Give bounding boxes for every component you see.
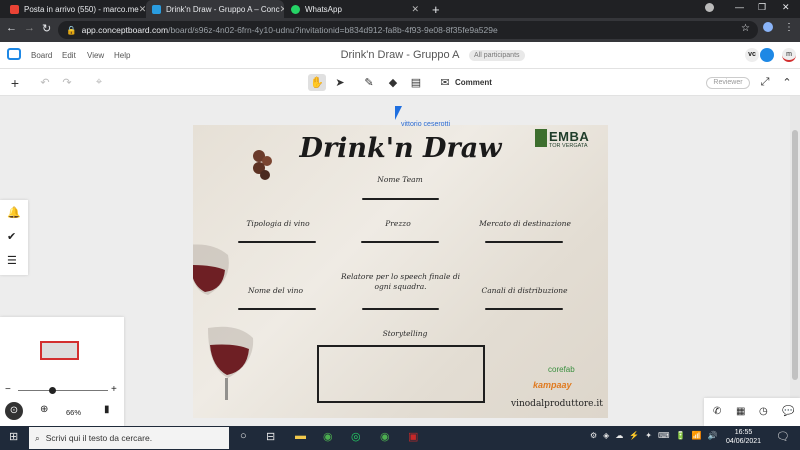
tab-whatsapp[interactable]: WhatsApp ✕ (285, 0, 425, 18)
close-icon[interactable]: ✕ (139, 4, 146, 15)
fullscreen-icon[interactable]: ⤢ (756, 74, 774, 91)
menu-kebab-icon[interactable]: ⋮ (784, 22, 794, 33)
whatsapp-taskbar-icon[interactable]: ◎ (351, 430, 361, 443)
chat-icon[interactable]: 💬 (782, 406, 794, 417)
canali-line (485, 308, 563, 310)
task-view-icon[interactable]: ○ (240, 430, 247, 442)
reviewer-button[interactable]: Reviewer (706, 77, 750, 89)
notification-bell-icon[interactable]: 🔔 (7, 206, 21, 219)
participants-label: All participants (474, 52, 520, 59)
profile-icon[interactable] (705, 3, 714, 12)
forward-icon[interactable]: → (24, 22, 35, 34)
tab-conceptboard[interactable]: Drink'n Draw - Gruppo A – Conc ✕ (146, 0, 284, 18)
page-title[interactable]: Drink'n Draw - Gruppo A (0, 49, 800, 61)
zoom-slider[interactable] (18, 390, 108, 391)
calendar-icon[interactable]: ▦ (736, 406, 745, 417)
minimize-icon[interactable]: — (735, 2, 744, 12)
url-input[interactable]: 🔒 app.conceptboard.com/board/s96z-4n02-6… (58, 21, 758, 39)
system-tray-icons[interactable]: ⚙◈☁⚡✦⌨🔋📶🔊 (590, 431, 723, 440)
mercato-label: Mercato di destinazione (479, 219, 571, 228)
window-close-icon[interactable]: ✕ (782, 2, 790, 13)
nome-team-label: Nome Team (377, 175, 423, 184)
board-image[interactable]: EMBA TOR VERGATA Drink'n Draw Nome Team … (193, 125, 608, 418)
file-explorer-icon[interactable]: ▬ (295, 430, 306, 442)
zoom-slider-handle[interactable] (49, 387, 56, 394)
phone-icon[interactable]: ✆ (713, 406, 721, 417)
storytelling-label: Storytelling (382, 329, 428, 338)
kampaay-logo: kampaay (533, 380, 572, 390)
gmail-icon (10, 4, 19, 14)
navigator-compass-icon[interactable]: ⊙ (5, 402, 23, 420)
zoom-magnifier-icon[interactable]: ⊕ (40, 404, 48, 415)
zoom-in-button[interactable]: + (111, 384, 117, 395)
account-icon[interactable] (763, 22, 773, 32)
task-check-icon[interactable]: ✔ (7, 230, 16, 243)
tipologia-label: Tipologia di vino (246, 219, 310, 228)
sticky-note-icon[interactable]: ▤ (407, 74, 425, 91)
lock-icon: 🔒 (66, 24, 77, 35)
search-icon: ⌕ (35, 432, 40, 443)
new-tab-button[interactable]: + (432, 2, 440, 17)
format-painter-icon[interactable]: ⌖ (90, 74, 108, 91)
tab-gmail[interactable]: Posta in arrivo (550) - marco.me ✕ (4, 0, 146, 18)
storytelling-box (317, 345, 485, 403)
undo-icon[interactable]: ↶ (36, 74, 54, 91)
nome-team-line (362, 198, 439, 200)
close-icon[interactable]: ✕ (280, 4, 284, 15)
user-add-icon[interactable] (760, 48, 774, 62)
comment-icon[interactable]: ✉ (436, 74, 454, 91)
vinodal-logo: vinodalproduttore.it (511, 399, 603, 409)
avatar[interactable]: vc (745, 48, 759, 62)
hand-tool-icon[interactable]: ✋ (308, 74, 326, 91)
conceptboard-icon (152, 4, 161, 14)
collaborator-cursor-icon (395, 106, 402, 120)
collaborator-name: vittorio ceserotti (401, 121, 451, 128)
timer-icon[interactable]: ◷ (759, 406, 768, 417)
mcafee-icon[interactable]: ▣ (408, 430, 418, 443)
wine-glass-illustration (193, 244, 229, 295)
relatore-line (362, 308, 439, 310)
windows-start-icon[interactable]: ⊞ (9, 430, 18, 443)
collapse-icon[interactable]: ⌃ (778, 74, 796, 91)
bookmark-star-icon[interactable]: ☆ (741, 23, 750, 34)
eraser-tool-icon[interactable]: ◆ (384, 74, 402, 91)
close-icon[interactable]: ✕ (411, 4, 419, 15)
whatsapp-icon (291, 4, 300, 14)
restore-icon[interactable]: ❐ (758, 2, 766, 13)
prezzo-label: Prezzo (385, 219, 411, 228)
list-icon[interactable]: ☰ (7, 254, 17, 267)
wine-glass-illustration-2 (208, 326, 254, 400)
mouse-mode-icon[interactable]: ▮ (104, 404, 110, 415)
chrome-icon[interactable]: ◉ (323, 430, 333, 443)
zoom-level[interactable]: 66% (66, 408, 81, 417)
prezzo-line (361, 241, 439, 243)
chrome-active-icon[interactable]: ◉ (380, 430, 390, 443)
back-icon[interactable]: ← (6, 22, 17, 34)
participants-badge[interactable]: All participants (469, 50, 525, 61)
pen-tool-icon[interactable]: ✎ (360, 74, 378, 91)
select-tool-icon[interactable]: ➤ (331, 74, 349, 91)
reload-icon[interactable]: ↻ (42, 22, 51, 35)
add-icon[interactable]: + (6, 74, 24, 91)
mercato-line (485, 241, 563, 243)
relatore-label: Relatore per lo speech finale di ogni sq… (340, 272, 461, 291)
minimap-viewport[interactable] (40, 341, 79, 360)
taskbar-clock[interactable]: 16:55 04/06/2021 (726, 428, 761, 446)
clock-time: 16:55 (734, 429, 753, 436)
corefab-logo: corefab (548, 365, 575, 374)
canali-label: Canali di distribuzione (481, 286, 568, 295)
tipologia-line (238, 241, 316, 243)
zoom-out-button[interactable]: − (5, 384, 11, 395)
nome-vino-label: Nome del vino (247, 286, 304, 295)
taskbar-search-input[interactable]: ⌕ Scrivi qui il testo da cercare. (29, 427, 229, 449)
scrollbar-thumb[interactable] (792, 130, 798, 380)
comment-button[interactable]: Comment (455, 78, 492, 87)
nome-vino-line (238, 308, 316, 310)
redo-icon[interactable]: ↷ (58, 74, 76, 91)
board-heading: Drink'n Draw (299, 133, 502, 164)
clock-date: 04/06/2021 (726, 438, 762, 445)
notification-center-icon[interactable]: 🗨 (776, 430, 790, 443)
widgets-icon[interactable]: ⊟ (266, 430, 275, 443)
user-avatar[interactable]: m (782, 48, 796, 62)
